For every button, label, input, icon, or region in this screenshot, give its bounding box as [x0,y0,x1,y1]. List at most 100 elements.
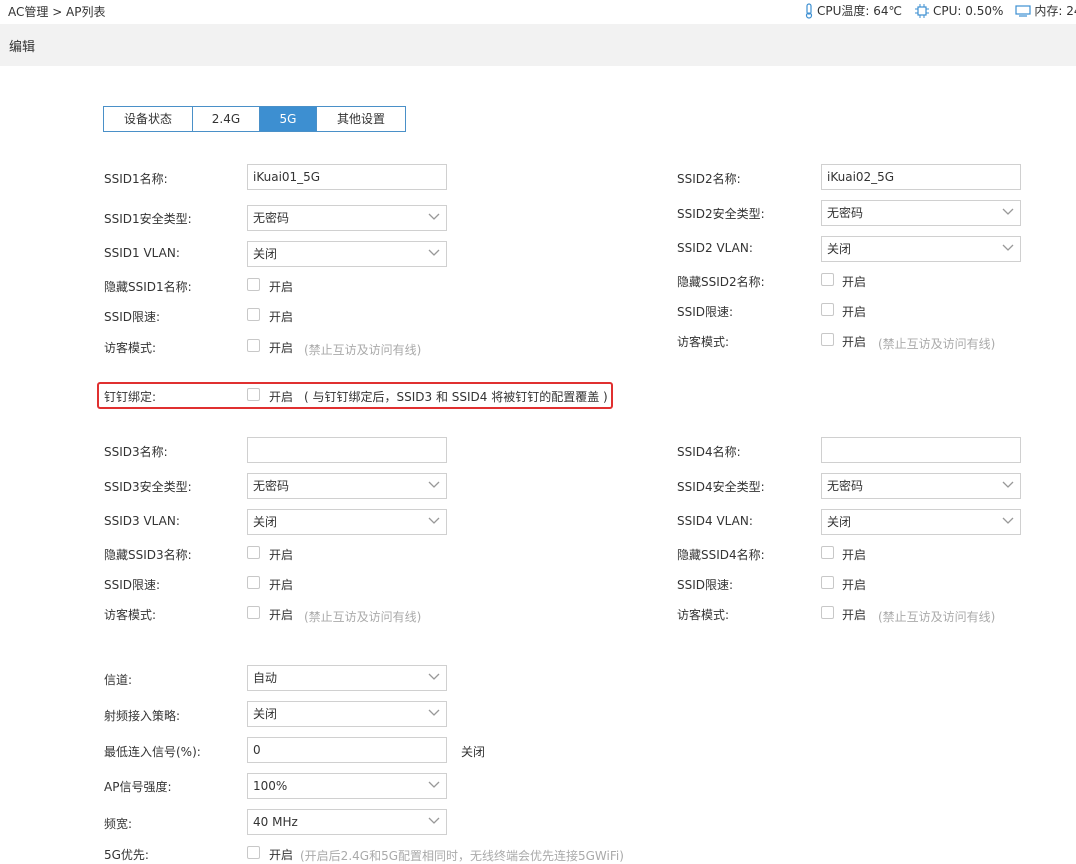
bandwidth-select[interactable]: 40 MHz [247,809,447,835]
ssid2-security-label: SSID2安全类型: [677,207,765,221]
ssid2-security-select[interactable]: 无密码 [821,200,1021,226]
ssid2-guest-checkbox[interactable] [821,333,834,346]
channel-select[interactable]: 自动 [247,665,447,691]
ssid1-security-value: 无密码 [253,211,290,225]
ssid2-name-input[interactable]: iKuai02_5G [821,164,1021,190]
ssid1-name-input[interactable]: iKuai01_5G [247,164,447,190]
ssid3-limit-label: SSID限速: [104,578,161,592]
ssid4-security-select[interactable]: 无密码 [821,473,1021,499]
ssid1-hide-enable-text: 开启 [269,280,294,294]
ssid4-name-input[interactable] [821,437,1021,463]
cpu-chip-icon [915,3,930,18]
chevron-down-icon [428,517,440,524]
memory-text: 内存: 24 [1034,4,1076,18]
ssid3-vlan-select[interactable]: 关闭 [247,509,447,535]
ssid2-limit-label: SSID限速: [677,305,734,319]
ssid3-name-label: SSID3名称: [104,445,168,459]
chevron-down-icon [1002,208,1014,215]
ssid4-vlan-value: 关闭 [827,515,852,529]
dingtalk-checkbox[interactable] [247,388,260,401]
ssid3-security-label: SSID3安全类型: [104,480,192,494]
ssid3-hide-label: 隐藏SSID3名称: [104,548,192,562]
ssid2-hide-label: 隐藏SSID2名称: [677,275,765,289]
ssid4-security-label: SSID4安全类型: [677,480,765,494]
channel-value: 自动 [253,671,278,685]
ssid3-hide-enable-text: 开启 [269,548,294,562]
ssid4-security-value: 无密码 [827,479,864,493]
ap-power-value: 100% [253,779,288,793]
tab-5g[interactable]: 5G [260,107,317,131]
ssid2-hide-enable-text: 开启 [842,275,867,289]
ssid1-guest-enable-text: 开启 [269,341,294,355]
ssid3-limit-enable-text: 开启 [269,578,294,592]
ssid3-name-input[interactable] [247,437,447,463]
ssid2-guest-enable-text: 开启 [842,335,867,349]
rf-access-value: 关闭 [253,707,278,721]
ssid2-guest-label: 访客模式: [677,335,730,349]
ssid4-guest-enable-text: 开启 [842,608,867,622]
ssid4-limit-label: SSID限速: [677,578,734,592]
ssid3-vlan-label: SSID3 VLAN: [104,514,180,528]
chevron-down-icon [428,249,440,256]
ssid4-limit-checkbox[interactable] [821,576,834,589]
tab-device-status[interactable]: 设备状态 [104,107,193,131]
chevron-down-icon [1002,244,1014,251]
ssid1-vlan-select[interactable]: 关闭 [247,241,447,267]
bandwidth-label: 频宽: [104,817,133,831]
ap-power-label: AP信号强度: [104,780,172,794]
ap-power-select[interactable]: 100% [247,773,447,799]
ssid2-name-label: SSID2名称: [677,172,741,186]
min-signal-suffix: 关闭 [461,745,486,759]
ssid4-limit-enable-text: 开启 [842,578,867,592]
rf-access-label: 射频接入策略: [104,709,181,723]
channel-label: 信道: [104,673,133,687]
chevron-down-icon [428,481,440,488]
top-bar: AC管理 > AP列表 CPU温度: 64℃ CPU: 0.50% 内存: 24 [0,0,1076,22]
ssid1-guest-checkbox[interactable] [247,339,260,352]
ssid1-limit-checkbox[interactable] [247,308,260,321]
5g-prefer-checkbox[interactable] [247,846,260,859]
ssid1-security-select[interactable]: 无密码 [247,205,447,231]
ssid3-security-select[interactable]: 无密码 [247,473,447,499]
bandwidth-value: 40 MHz [253,815,298,829]
breadcrumb[interactable]: AC管理 > AP列表 [8,3,106,20]
5g-prefer-label: 5G优先: [104,848,149,862]
tab-other-settings[interactable]: 其他设置 [317,107,405,131]
ssid1-guest-hint: (禁止互访及访问有线) [304,343,422,357]
min-signal-label: 最低连入信号(%): [104,745,201,759]
rf-access-select[interactable]: 关闭 [247,701,447,727]
ssid4-hide-checkbox[interactable] [821,546,834,559]
ssid2-security-value: 无密码 [827,206,864,220]
ssid3-guest-checkbox[interactable] [247,606,260,619]
chevron-down-icon [1002,481,1014,488]
dingtalk-enable-text: 开启 [269,390,294,404]
ssid4-guest-checkbox[interactable] [821,606,834,619]
cpu-temp-text: CPU温度: 64℃ [817,4,903,18]
chevron-down-icon [428,781,440,788]
ssid1-security-label: SSID1安全类型: [104,212,192,226]
min-signal-input[interactable]: 0 [247,737,447,763]
ssid1-vlan-label: SSID1 VLAN: [104,246,180,260]
ssid2-vlan-select[interactable]: 关闭 [821,236,1021,262]
ssid4-vlan-select[interactable]: 关闭 [821,509,1021,535]
ssid1-hide-checkbox[interactable] [247,278,260,291]
page-title: 编辑 [9,40,36,55]
ssid1-name-label: SSID1名称: [104,172,168,186]
tab-2-4g[interactable]: 2.4G [193,107,260,131]
ssid2-vlan-value: 关闭 [827,242,852,256]
ssid3-limit-checkbox[interactable] [247,576,260,589]
ssid2-limit-checkbox[interactable] [821,303,834,316]
dingtalk-hint: ( 与钉钉绑定后，SSID3 和 SSID4 将被钉钉的配置覆盖 ) [304,390,608,404]
ssid3-hide-checkbox[interactable] [247,546,260,559]
edit-header: 编辑 [0,24,1076,66]
chevron-down-icon [428,213,440,220]
ssid4-guest-hint: (禁止互访及访问有线) [878,610,996,624]
ssid3-security-value: 无密码 [253,479,290,493]
ssid2-guest-hint: (禁止互访及访问有线) [878,337,996,351]
5g-prefer-hint: (开启后2.4G和5G配置相同时，无线终端会优先连接5GWiFi) [300,849,624,863]
cpu-status: CPU: 0.50% [914,3,1003,18]
system-status: CPU温度: 64℃ CPU: 0.50% 内存: 24 [804,2,1076,19]
dingtalk-label: 钉钉绑定: [104,390,157,404]
ssid2-hide-checkbox[interactable] [821,273,834,286]
ssid4-hide-enable-text: 开启 [842,548,867,562]
